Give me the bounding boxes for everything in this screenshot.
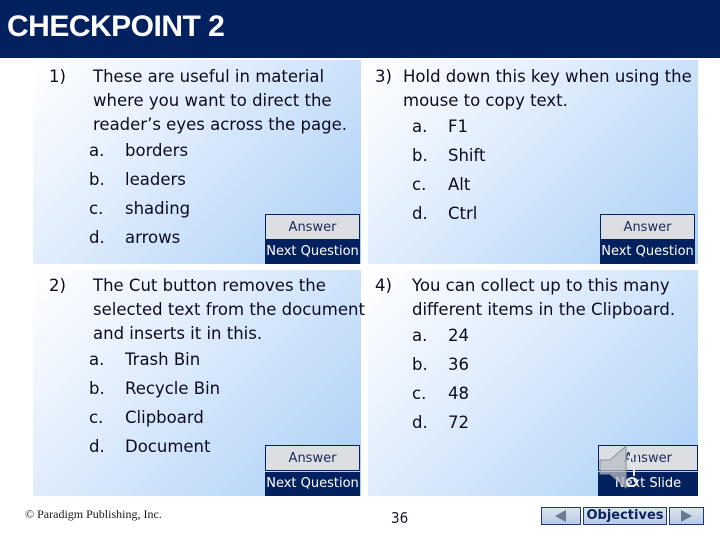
next-question-button[interactable]: Next Question: [265, 240, 360, 264]
slide-title: CHECKPOINT 2: [7, 10, 225, 43]
question-number: 2): [49, 276, 66, 295]
option-d: d. Ctrl: [412, 204, 612, 233]
option-c: c. Clipboard: [89, 408, 289, 437]
question-text-line: These are useful in material: [93, 67, 325, 86]
question-text-line: and inserts it in this.: [93, 324, 263, 343]
option-letter: b.: [412, 146, 428, 165]
question-text-line: The Cut button removes the: [93, 276, 326, 295]
option-text: leaders: [125, 170, 186, 189]
option-letter: b.: [412, 355, 428, 374]
question-number: 1): [49, 67, 66, 86]
option-text: Ctrl: [448, 204, 478, 223]
option-letter: a.: [89, 350, 105, 369]
speaker-icon[interactable]: [598, 442, 646, 492]
option-letter: a.: [89, 141, 105, 160]
option-b: b. Shift: [412, 146, 612, 175]
option-text: 36: [448, 355, 469, 374]
next-slide-nav-button[interactable]: [669, 507, 704, 525]
page-number: 36: [391, 509, 409, 527]
question-text-line: You can collect up to this many: [412, 276, 670, 295]
triangle-right-icon: [681, 510, 692, 522]
option-text: Shift: [448, 146, 486, 165]
next-question-button[interactable]: Next Question: [600, 240, 695, 264]
answer-button[interactable]: Answer: [265, 214, 360, 240]
option-text: shading: [125, 199, 191, 218]
question-text-line: mouse to copy text.: [403, 91, 568, 110]
question-text-line: reader’s eyes across the page.: [93, 115, 348, 134]
question-text-line: Hold down this key when using the: [403, 67, 692, 86]
option-d: d. 72: [412, 413, 612, 442]
option-text: F1: [448, 117, 468, 136]
question-text-line: different items in the Clipboard.: [412, 300, 676, 319]
option-letter: b.: [89, 170, 105, 189]
option-d: d. arrows: [89, 228, 289, 257]
option-letter: a.: [412, 117, 428, 136]
question-text-line: where you want to direct the: [93, 91, 332, 110]
option-b: b. Recycle Bin: [89, 379, 289, 408]
option-letter: d.: [412, 413, 428, 432]
option-b: b. 36: [412, 355, 612, 384]
option-letter: c.: [412, 384, 427, 403]
triangle-left-icon: [555, 510, 566, 522]
option-letter: a.: [412, 326, 428, 345]
option-text: Trash Bin: [125, 350, 201, 369]
option-a: a. borders: [89, 141, 289, 170]
option-a: a. Trash Bin: [89, 350, 289, 379]
option-letter: b.: [89, 379, 105, 398]
option-letter: d.: [89, 228, 105, 247]
option-d: d. Document: [89, 437, 289, 466]
previous-slide-button[interactable]: [541, 507, 581, 525]
option-text: arrows: [125, 228, 181, 247]
option-text: borders: [125, 141, 189, 160]
option-text: 48: [448, 384, 469, 403]
answer-button[interactable]: Answer: [600, 214, 695, 240]
option-text: Document: [125, 437, 211, 456]
option-text: Clipboard: [125, 408, 204, 427]
option-a: a. 24: [412, 326, 612, 355]
question-text-line: selected text from the document: [93, 300, 365, 319]
question-number: 3): [375, 67, 392, 86]
slide-header: CHECKPOINT 2: [0, 0, 720, 58]
option-c: c. shading: [89, 199, 289, 228]
option-c: c. Alt: [412, 175, 612, 204]
option-letter: d.: [412, 204, 428, 223]
answer-button[interactable]: Answer: [265, 445, 360, 471]
next-question-button[interactable]: Next Question: [265, 472, 360, 496]
option-b: b. leaders: [89, 170, 289, 199]
option-letter: c.: [412, 175, 427, 194]
option-letter: d.: [89, 437, 105, 456]
option-text: 72: [448, 413, 469, 432]
option-letter: c.: [89, 199, 104, 218]
option-text: 24: [448, 326, 469, 345]
option-text: Alt: [448, 175, 471, 194]
option-a: a. F1: [412, 117, 612, 146]
option-text: Recycle Bin: [125, 379, 221, 398]
option-letter: c.: [89, 408, 104, 427]
option-c: c. 48: [412, 384, 612, 413]
question-number: 4): [375, 276, 392, 295]
copyright-text: © Paradigm Publishing, Inc.: [25, 507, 162, 521]
objectives-button[interactable]: Objectives: [583, 507, 667, 525]
